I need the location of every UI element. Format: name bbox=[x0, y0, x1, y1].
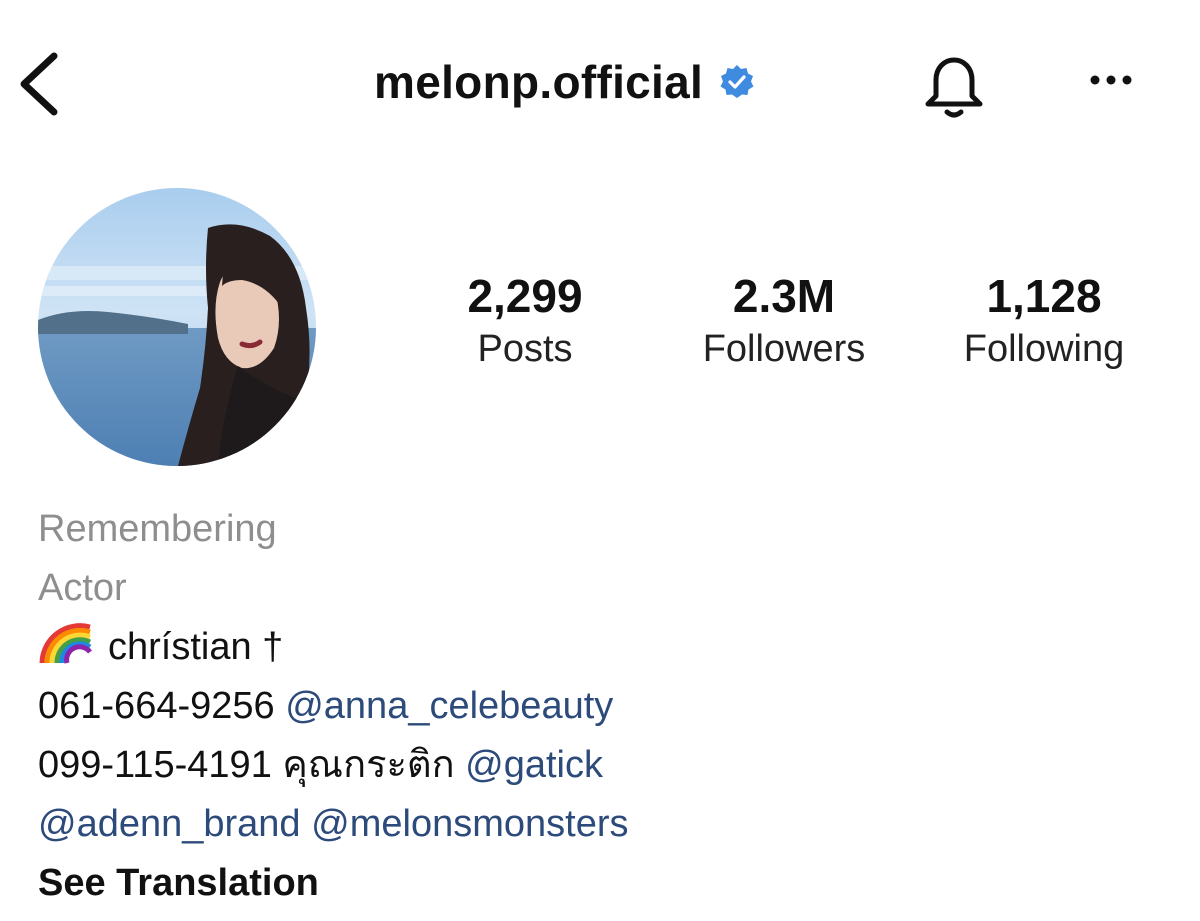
mention-gatick[interactable]: @gatick bbox=[465, 744, 603, 786]
bio-line-name: chrístian † bbox=[38, 618, 1178, 677]
bio-contact-2: 099-115-4191 คุณกระติก @gatick bbox=[38, 736, 1178, 795]
see-translation-link[interactable]: See Translation bbox=[38, 854, 1178, 913]
posts-label: Posts bbox=[477, 328, 573, 370]
username-title: melonp.official bbox=[374, 56, 704, 108]
mention-anna-celebeauty[interactable]: @anna_celebeauty bbox=[285, 685, 613, 727]
bio-contact-1: 061-664-9256 @anna_celebeauty bbox=[38, 677, 1178, 736]
profile-bio: Remembering Actor chrístian † 061-664-92… bbox=[38, 500, 1178, 913]
mention-melonsmonsters[interactable]: @melonsmonsters bbox=[311, 803, 628, 845]
notifications-button[interactable] bbox=[914, 48, 994, 124]
profile-header: melonp.official bbox=[0, 0, 1200, 160]
mention-adenn-brand[interactable]: @adenn_brand bbox=[38, 803, 301, 845]
chevron-left-icon bbox=[20, 52, 58, 116]
profile-avatar[interactable] bbox=[38, 188, 316, 466]
back-button[interactable] bbox=[10, 48, 70, 118]
bell-icon bbox=[925, 57, 983, 118]
bio-name-text: chrístian † bbox=[108, 626, 284, 668]
contact-name-thai: คุณกระติก bbox=[282, 744, 455, 786]
more-options-button[interactable] bbox=[1080, 60, 1142, 100]
following-label: Following bbox=[963, 328, 1125, 370]
following-count: 1,128 bbox=[986, 270, 1102, 322]
followers-label: Followers bbox=[702, 328, 866, 370]
bio-category: Actor bbox=[38, 567, 127, 609]
rainbow-icon bbox=[39, 623, 92, 664]
phone-number-2: 099-115-4191 bbox=[38, 744, 272, 786]
phone-number-1: 061-664-9256 bbox=[38, 685, 275, 727]
following-stat[interactable]: 1,128 Following bbox=[930, 268, 1158, 374]
posts-stat[interactable]: 2,299 Posts bbox=[440, 268, 610, 374]
profile-photo bbox=[38, 188, 316, 466]
bio-remembering: Remembering bbox=[38, 508, 277, 550]
followers-count: 2.3M bbox=[732, 270, 836, 322]
verified-badge-icon bbox=[720, 65, 754, 98]
more-dots-icon bbox=[1090, 75, 1132, 85]
bio-mentions: @adenn_brand @melonsmonsters bbox=[38, 795, 1178, 854]
followers-stat[interactable]: 2.3M Followers bbox=[672, 268, 896, 374]
profile-title: melonp.official bbox=[374, 52, 755, 112]
posts-count: 2,299 bbox=[467, 270, 583, 322]
